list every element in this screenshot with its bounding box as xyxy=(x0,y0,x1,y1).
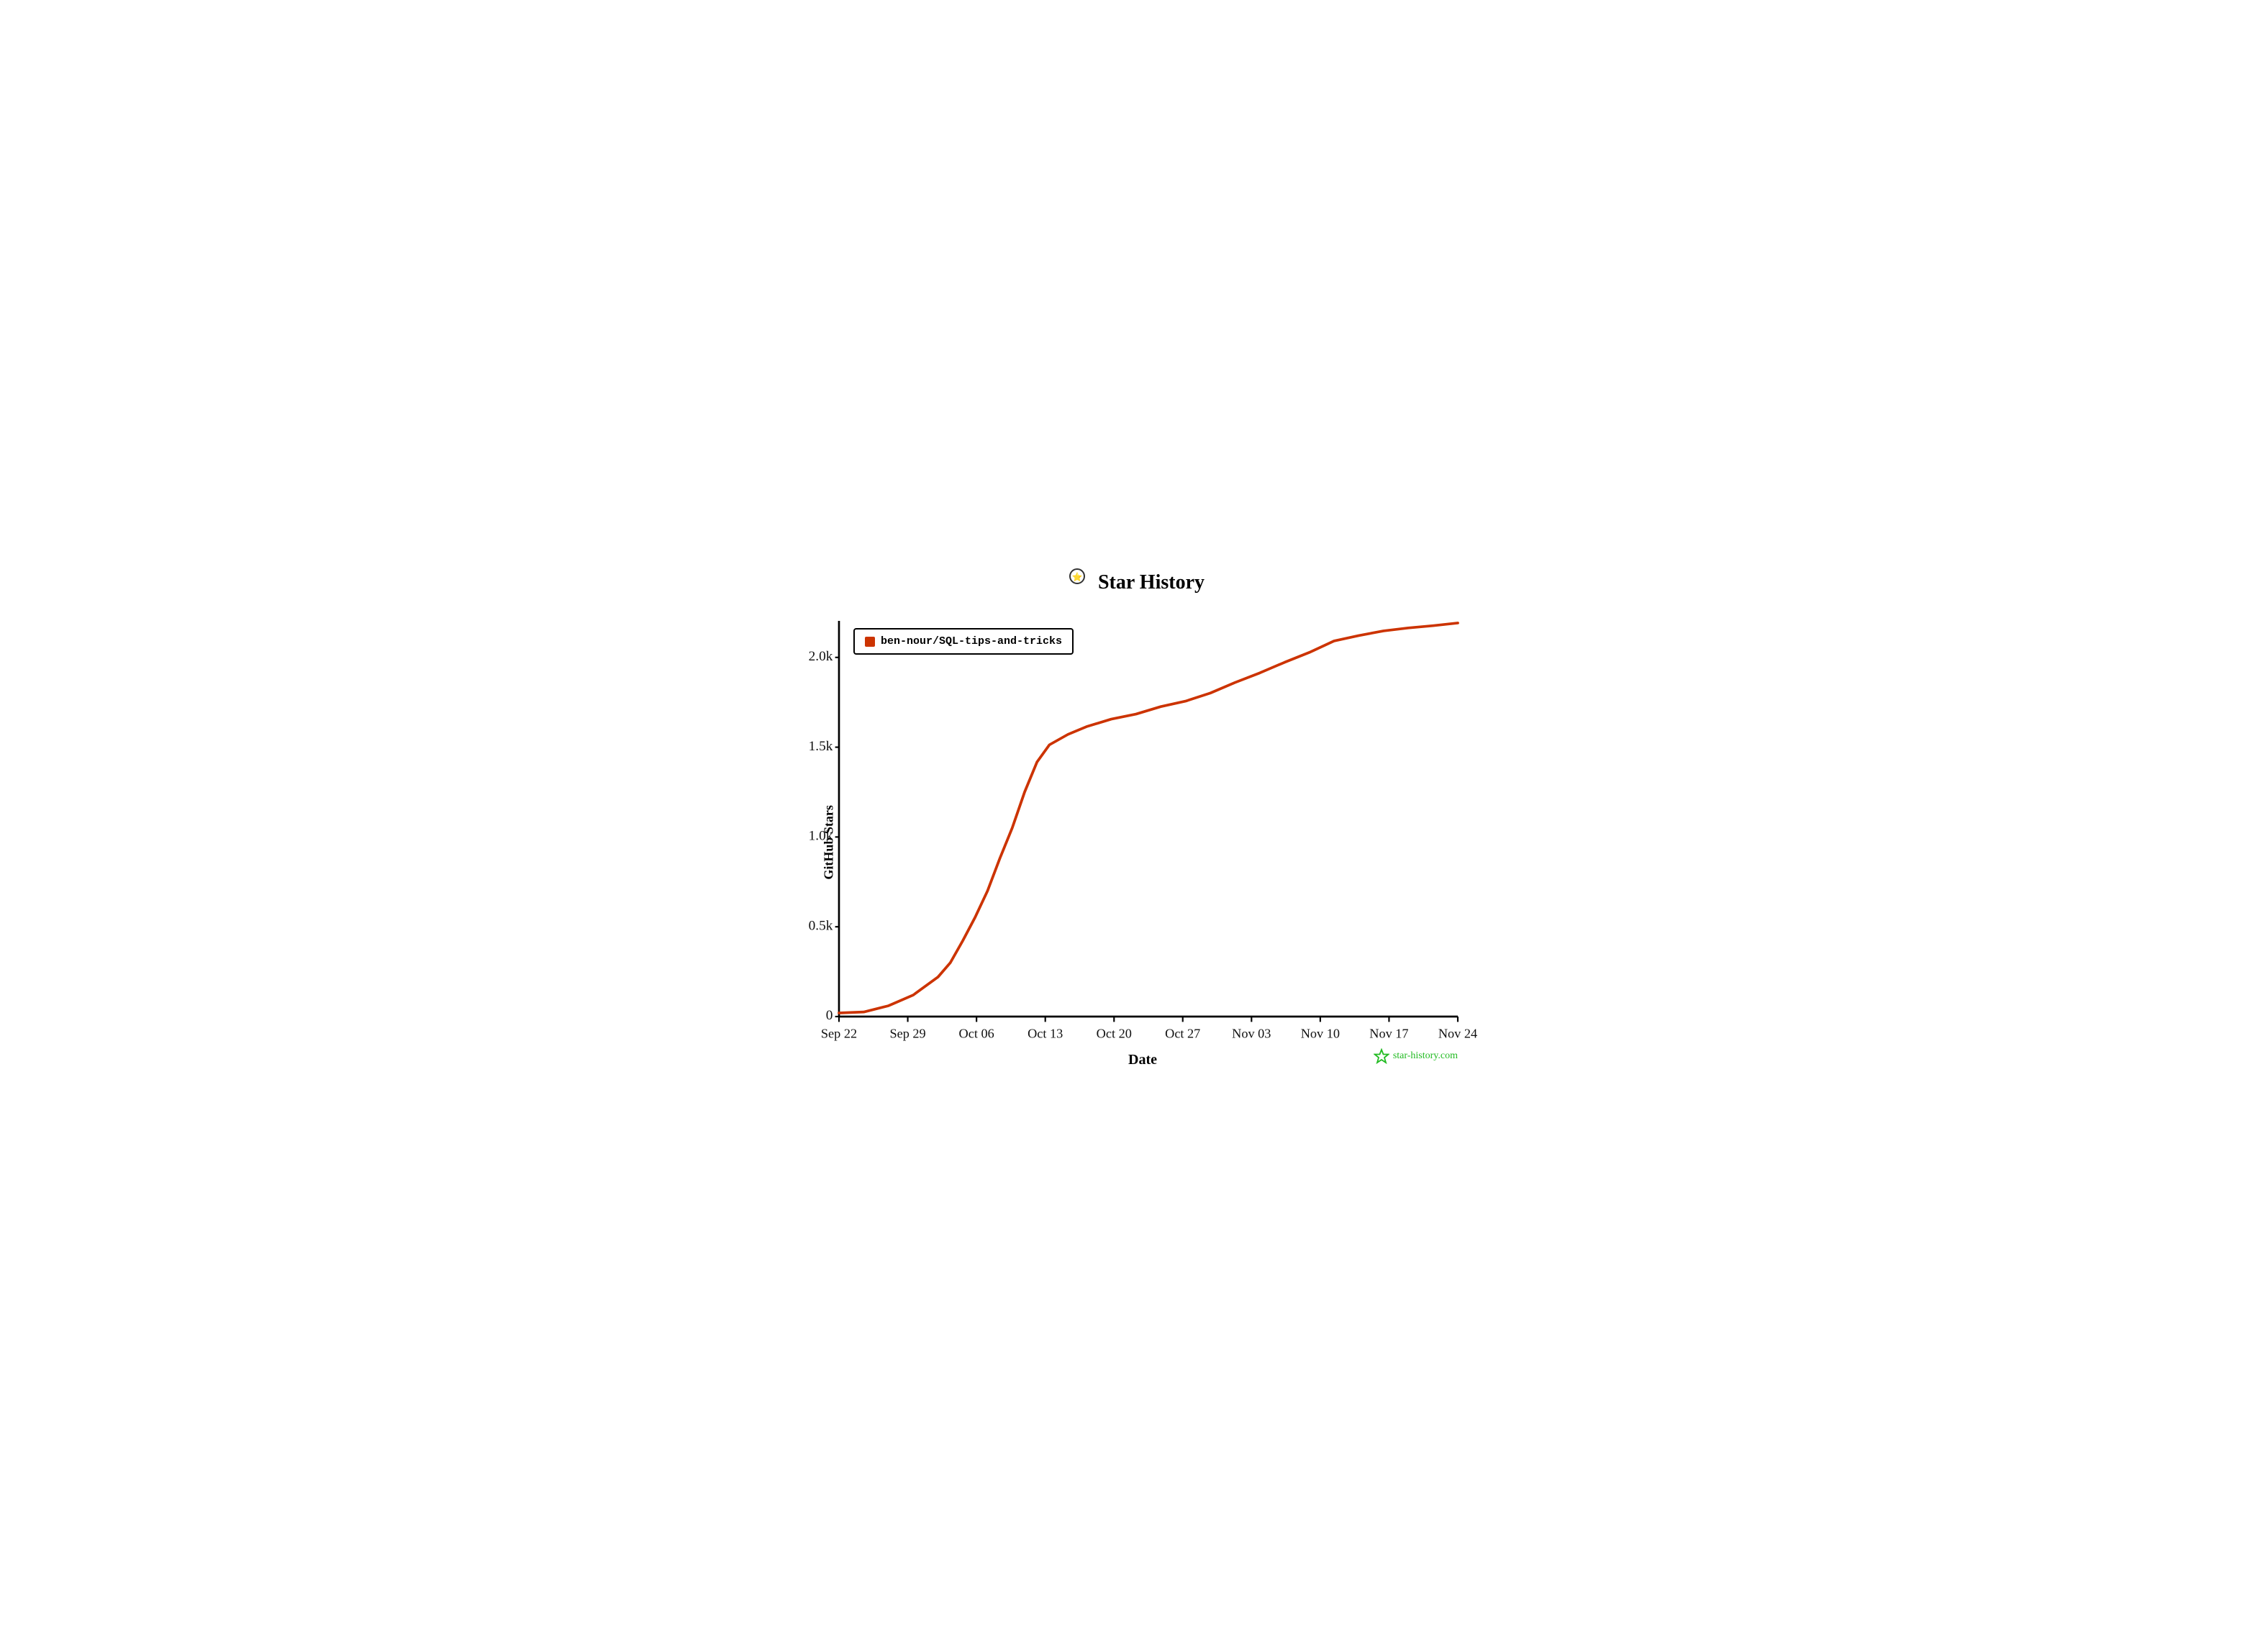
chart-title-text: Star History xyxy=(1098,571,1205,594)
chart-container: ⭐ Star History GitHub Stars 0 0.5k 1.0k … xyxy=(789,566,1479,1070)
svg-text:⭐: ⭐ xyxy=(1072,572,1083,582)
svg-text:Oct 27: Oct 27 xyxy=(1165,1027,1200,1041)
svg-text:1.0k: 1.0k xyxy=(809,829,833,844)
chart-title-icon: ⭐ xyxy=(1063,566,1091,599)
data-line xyxy=(839,623,1458,1013)
svg-text:Nov 03: Nov 03 xyxy=(1232,1027,1271,1041)
svg-text:Sep 29: Sep 29 xyxy=(889,1027,925,1041)
chart-svg: 0 0.5k 1.0k 1.5k 2.0k Sep 22 Sep 29 Oct … xyxy=(839,621,1458,1017)
svg-text:Oct 20: Oct 20 xyxy=(1097,1027,1132,1041)
svg-text:Oct 06: Oct 06 xyxy=(959,1027,994,1041)
chart-title: ⭐ Star History xyxy=(789,566,1479,599)
star-history-icon xyxy=(1374,1048,1389,1064)
svg-text:Nov 10: Nov 10 xyxy=(1301,1027,1340,1041)
svg-text:1.5k: 1.5k xyxy=(809,739,833,754)
legend-color-dot xyxy=(865,637,875,647)
watermark: star-history.com xyxy=(1374,1048,1458,1064)
svg-text:0.5k: 0.5k xyxy=(809,919,833,934)
chart-inner: 0 0.5k 1.0k 1.5k 2.0k Sep 22 Sep 29 Oct … xyxy=(839,621,1458,1017)
legend-label: ben-nour/SQL-tips-and-tricks xyxy=(881,635,1062,647)
x-axis-label: Date xyxy=(1128,1052,1157,1068)
legend-box: ben-nour/SQL-tips-and-tricks xyxy=(853,628,1074,655)
svg-text:Sep 22: Sep 22 xyxy=(821,1027,857,1041)
title-icon-svg: ⭐ xyxy=(1063,566,1091,594)
chart-area: GitHub Stars 0 0.5k 1.0k 1.5k 2.0k xyxy=(789,614,1479,1074)
watermark-text: star-history.com xyxy=(1393,1050,1458,1062)
svg-text:Nov 24: Nov 24 xyxy=(1438,1027,1477,1041)
svg-text:2.0k: 2.0k xyxy=(809,649,833,664)
svg-text:Oct 13: Oct 13 xyxy=(1028,1027,1063,1041)
svg-text:Nov 17: Nov 17 xyxy=(1369,1027,1408,1041)
svg-text:0: 0 xyxy=(826,1008,833,1023)
